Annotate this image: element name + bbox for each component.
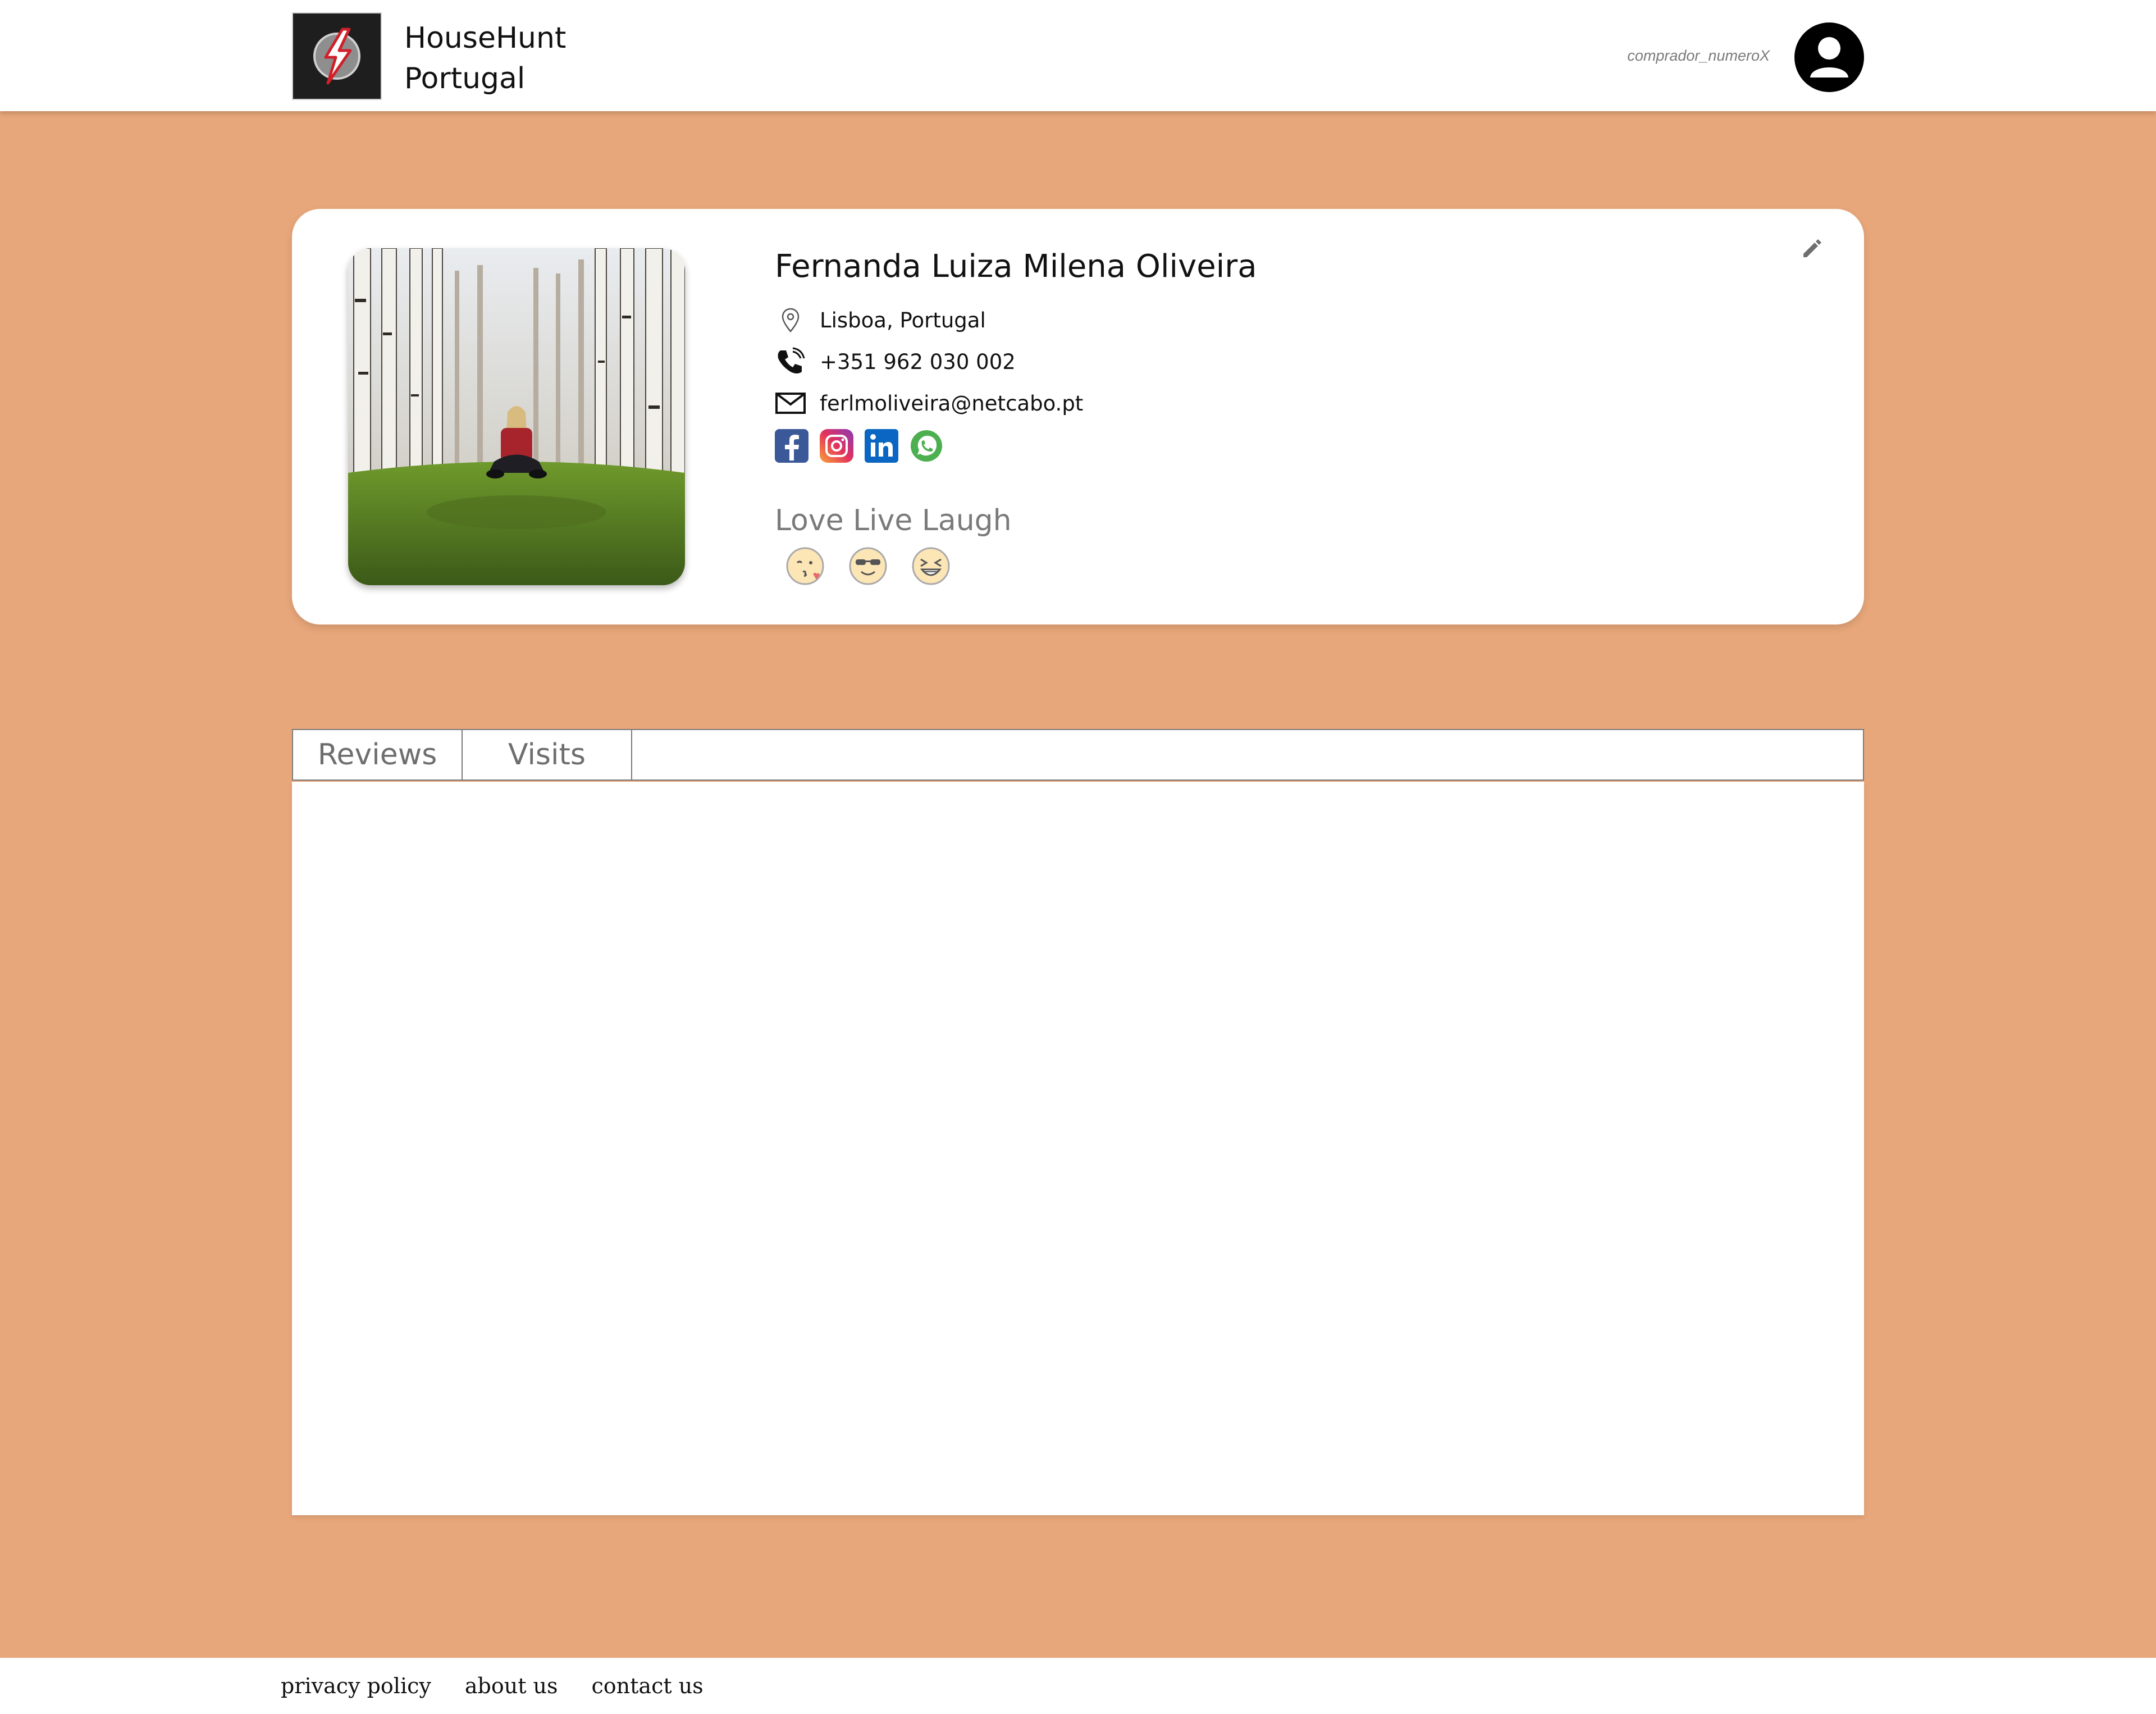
top-header: HouseHunt Portugal comprador_numeroX [0,0,2156,111]
username-label: comprador_numeroX [1627,47,1770,64]
tab-content-panel [292,782,1864,1515]
map-pin-icon [775,304,806,336]
location-text: Lisboa, Portugal [820,308,986,332]
tab-reviews[interactable]: Reviews [293,730,463,779]
email-text[interactable]: ferlmoliveira@netcabo.pt [820,391,1083,416]
contact-us-link[interactable]: contact us [592,1674,704,1698]
social-links [775,429,943,463]
profile-name: Fernanda Luiza Milena Oliveira [775,248,1257,285]
sunglasses-emoji [849,547,887,585]
phone-text: +351 962 030 002 [820,349,1016,374]
privacy-policy-link[interactable]: privacy policy [281,1674,431,1698]
profile-photo [348,248,685,585]
whatsapp-icon[interactable] [910,429,943,463]
linkedin-icon[interactable] [865,429,898,463]
profile-motto: Love Live Laugh [775,504,1012,537]
profile-card: Fernanda Luiza Milena Oliveira Lisboa, P… [292,209,1864,624]
email-row: ferlmoliveira@netcabo.pt [775,388,1083,419]
app-logo[interactable] [292,12,382,100]
instagram-icon[interactable] [820,429,853,463]
tab-visits[interactable]: Visits [463,730,632,779]
brand-name: HouseHunt Portugal [404,18,566,99]
logo-icon [313,28,360,85]
phone-row: +351 962 030 002 [775,346,1016,377]
tab-bar: Reviews Visits [292,729,1864,781]
brand-line-1: HouseHunt [404,21,567,55]
emoji-row [785,546,951,586]
footer-links: privacy policy about us contact us [281,1674,704,1698]
phone-icon [775,346,806,377]
user-icon [1810,37,1848,78]
pencil-icon [1803,239,1821,257]
brand-line-2: Portugal [404,62,526,95]
laughing-emoji [912,547,950,585]
kissing-emoji [786,547,824,585]
facebook-icon[interactable] [775,429,808,463]
location-row: Lisboa, Portugal [775,304,986,336]
edit-profile-button[interactable] [1799,235,1825,261]
about-us-link[interactable]: about us [465,1674,558,1698]
envelope-icon [775,388,806,419]
footer: privacy policy about us contact us [0,1658,2156,1714]
user-avatar[interactable] [1794,22,1864,92]
